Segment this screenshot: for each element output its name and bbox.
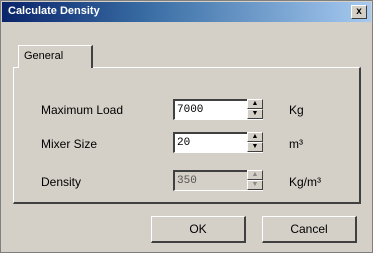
density-label: Density: [41, 175, 82, 189]
max-load-spinner[interactable]: ▲ ▼: [247, 99, 263, 120]
mixer-size-unit: m³: [289, 137, 303, 151]
spin-down-icon: ▼: [247, 180, 263, 190]
mixer-size-spinner[interactable]: ▲ ▼: [247, 132, 263, 153]
title-bar[interactable]: Calculate Density x: [2, 2, 371, 22]
window-title: Calculate Density: [8, 5, 100, 17]
ok-button[interactable]: OK: [151, 216, 246, 243]
tab-general-label: General: [24, 50, 64, 62]
spin-up-icon[interactable]: ▲: [247, 132, 263, 142]
mixer-size-label: Mixer Size: [41, 137, 98, 151]
max-load-unit: Kg: [289, 103, 304, 117]
density-unit: Kg/m³: [289, 175, 322, 189]
spin-up-icon[interactable]: ▲: [247, 99, 263, 109]
spin-up-icon: ▲: [247, 170, 263, 180]
tab-general[interactable]: General: [18, 45, 93, 68]
close-button[interactable]: x: [351, 5, 367, 19]
density-spinner: ▲ ▼: [247, 170, 263, 191]
close-icon: x: [356, 6, 362, 17]
spin-down-icon[interactable]: ▼: [247, 109, 263, 119]
cancel-button[interactable]: Cancel: [262, 216, 357, 243]
calculate-density-dialog: Calculate Density x General Maximum Load…: [0, 0, 373, 253]
spin-down-icon[interactable]: ▼: [247, 142, 263, 152]
max-load-label: Maximum Load: [41, 103, 124, 117]
